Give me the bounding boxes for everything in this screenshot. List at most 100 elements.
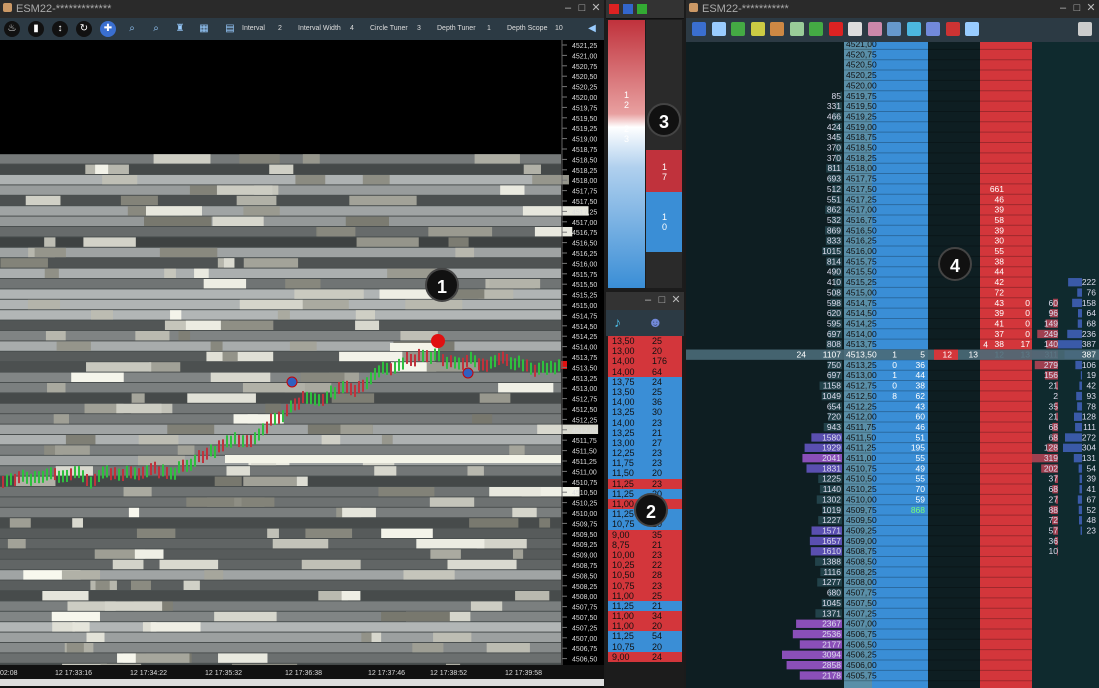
heatmap-block — [204, 570, 224, 580]
crosshair-icon[interactable]: ✚ — [100, 21, 116, 37]
s-icon[interactable] — [906, 22, 921, 36]
h-scrollbar[interactable] — [0, 679, 604, 686]
candle — [54, 468, 56, 481]
dom-ladder[interactable]: 4521,004520,754520,504520,254520,0085 451… — [686, 42, 1099, 688]
minimize-icon[interactable]: – — [562, 2, 574, 14]
price-value: 4514,00 — [846, 329, 877, 339]
price-value: 4520,25 — [846, 70, 877, 80]
heatmap-block — [159, 247, 218, 258]
profile-value-1: 156 — [1044, 370, 1058, 380]
dom-titlebar: ESM22-*********** – □ ✕ — [686, 0, 1099, 19]
depth-value[interactable]: 1 — [487, 25, 491, 32]
tape-row: 11,00 25 — [608, 590, 682, 601]
bid-size-value: 60 — [916, 412, 926, 422]
volume-value: 508 — [827, 287, 841, 297]
heatmap-block — [95, 580, 110, 590]
arrow-left-icon[interactable]: ◀ — [584, 21, 600, 37]
bars-icon[interactable]: ▮ — [28, 21, 44, 37]
mode-icon-green[interactable] — [637, 4, 647, 14]
candle — [378, 365, 380, 378]
updown-icon[interactable]: ↕ — [52, 21, 68, 37]
zoom-out-icon[interactable]: ⌕ — [148, 21, 164, 37]
interval-value[interactable]: 2 — [278, 25, 282, 32]
heatmap-block — [239, 154, 280, 164]
ask-size-value: 661 — [990, 184, 1004, 194]
heatmap-block — [55, 445, 90, 455]
tape-row: 9,00 35 — [608, 529, 682, 540]
settings-icon[interactable]: ▤ — [222, 21, 238, 37]
price-tick-label: 4512,50 — [572, 407, 597, 414]
profile-value-1: 35 — [1049, 401, 1059, 411]
candle — [146, 465, 148, 478]
search-icon[interactable] — [965, 22, 979, 36]
heatmap-row — [0, 351, 561, 362]
profile-value-1: 27 — [1049, 494, 1059, 504]
profile-bar-blue — [1078, 464, 1082, 473]
maximize-icon[interactable]: □ — [1071, 2, 1083, 14]
maximize-icon[interactable]: □ — [656, 294, 668, 306]
scope-value[interactable]: 10 — [555, 25, 563, 32]
mode-icon-red[interactable] — [609, 4, 619, 14]
close-icon[interactable]: ✕ — [670, 294, 682, 306]
heatmap-block — [9, 518, 31, 528]
volume-value: 720 — [827, 412, 841, 422]
alert-icon[interactable] — [828, 22, 843, 36]
save-icon[interactable] — [750, 22, 765, 36]
maximize-icon[interactable]: □ — [576, 2, 588, 14]
book-icon[interactable] — [809, 22, 823, 36]
wrench-icon[interactable] — [887, 22, 901, 36]
stats-icon[interactable] — [692, 22, 706, 36]
price-tick-label: 4518,25 — [572, 168, 597, 175]
copy-icon[interactable] — [789, 22, 804, 36]
candle — [22, 469, 24, 482]
heat-icon[interactable] — [945, 22, 960, 36]
heatmap-block — [467, 466, 484, 476]
time-tick-label: 02:08 — [0, 670, 18, 677]
refresh-icon[interactable]: ↻ — [76, 21, 92, 37]
grid-icon[interactable]: ▦ — [196, 21, 212, 37]
heatmap-block — [189, 185, 221, 195]
heatmap-block — [47, 383, 66, 393]
heatmap-block — [241, 497, 275, 507]
discord-icon[interactable] — [926, 22, 940, 36]
price-value: 4508,00 — [846, 577, 877, 587]
profile-value-1: 68 — [1049, 484, 1059, 494]
dom-icon[interactable] — [711, 22, 726, 36]
settings-icon[interactable] — [1078, 22, 1092, 36]
close-icon[interactable]: ✕ — [1085, 2, 1097, 14]
file-icon[interactable] — [731, 22, 745, 36]
music-icon[interactable]: ♪ — [614, 314, 621, 330]
notes-icon[interactable] — [848, 22, 862, 36]
volume-value: 1019 — [822, 505, 841, 515]
tooth-icon[interactable]: ♜ — [172, 21, 188, 37]
price-value: 4510,25 — [846, 484, 877, 494]
mode-icon-blue[interactable] — [623, 4, 633, 14]
heatmap-row — [0, 320, 561, 330]
minimize-icon[interactable]: – — [642, 294, 654, 306]
price-tick-label: 4517,00 — [572, 220, 597, 227]
volume-value: 1580 — [822, 432, 841, 442]
minimize-icon[interactable]: – — [1057, 2, 1069, 14]
zoom-in-icon[interactable]: ⌕ — [124, 21, 140, 37]
close-icon[interactable]: ✕ — [590, 2, 602, 14]
candle — [490, 356, 492, 369]
gauge-titlebar — [606, 0, 684, 19]
shield-icon[interactable] — [770, 22, 784, 36]
candle — [286, 404, 288, 417]
discord-icon[interactable]: ☻ — [648, 314, 663, 330]
price-value: 4518,00 — [846, 163, 877, 173]
flame-icon[interactable]: ♨ — [4, 21, 20, 37]
heatmap-block — [341, 591, 361, 601]
heatmap-block — [178, 331, 191, 341]
scroll-icon[interactable] — [867, 22, 882, 36]
candle — [438, 349, 440, 362]
width-value[interactable]: 4 — [350, 25, 354, 32]
price-tick-label: 4521,00 — [572, 53, 597, 60]
tape-size: 28 — [652, 570, 663, 581]
circle-value[interactable]: 3 — [417, 25, 421, 32]
candle — [294, 398, 296, 411]
price-tick-label: 4511,25 — [572, 459, 597, 466]
tape-price: 11,50 — [612, 468, 634, 479]
price-tick-label: 4513,75 — [572, 355, 597, 362]
heatmap-chart[interactable]: 4521,25 4521,00 4520,75 4520,50 4520,25 4520,… — [0, 40, 604, 688]
